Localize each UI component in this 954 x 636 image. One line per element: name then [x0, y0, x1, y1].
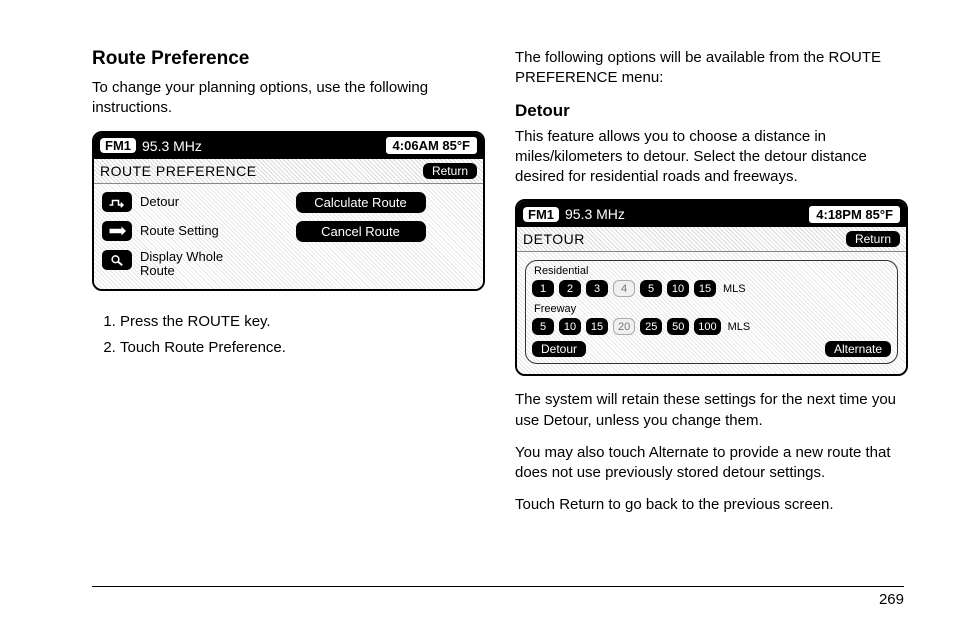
calculate-route-button[interactable]: Calculate Route	[296, 192, 426, 213]
distance-chip[interactable]: 5	[532, 318, 554, 335]
right-intro: The following options will be available …	[515, 48, 904, 89]
device-body: Detour Calculate Route Route Setting Can…	[94, 184, 483, 290]
return-button[interactable]: Return	[846, 231, 900, 247]
step-item: Touch Route Preference.	[120, 335, 481, 361]
device-route-preference: FM1 95.3 MHz 4:06AM 85°F ROUTE PREFERENC…	[92, 131, 485, 292]
menu-item-detour[interactable]: Detour	[102, 192, 282, 212]
distance-chip[interactable]: 2	[559, 280, 581, 297]
clock-temp: 4:18PM 85°F	[809, 206, 900, 223]
distance-chip[interactable]: 3	[586, 280, 608, 297]
distance-chip[interactable]: 20	[613, 318, 635, 335]
distance-chip[interactable]: 25	[640, 318, 662, 335]
residential-row: 12345 10 15 MLS	[532, 280, 891, 297]
heading-detour: Detour	[515, 101, 904, 121]
distance-chip[interactable]: 50	[667, 318, 689, 335]
magnify-icon	[102, 250, 132, 270]
screen-title-bar: ROUTE PREFERENCE Return	[94, 159, 483, 184]
detour-button[interactable]: Detour	[532, 341, 586, 357]
screen-title-bar: DETOUR Return	[517, 227, 906, 252]
device-body: Residential 123451015MLS Freeway 5101520…	[517, 252, 906, 374]
freeway-label: Freeway	[534, 303, 891, 315]
unit-label: MLS	[728, 321, 751, 333]
distance-chip[interactable]: 15	[694, 280, 716, 297]
distance-chip[interactable]: 4	[613, 280, 635, 297]
clock-temp: 4:06AM 85°F	[386, 137, 477, 154]
band-badge: FM1	[523, 207, 559, 222]
screen-title: ROUTE PREFERENCE	[100, 163, 423, 179]
alternate-button[interactable]: Alternate	[825, 341, 891, 357]
menu-item-label: Display Whole Route	[140, 250, 250, 280]
freeway-row: 5 10 15 20 25 50 100 MLS	[532, 318, 891, 335]
heading-route-preference: Route Preference	[92, 48, 481, 70]
distance-chip[interactable]: 10	[667, 280, 689, 297]
frequency-label: 95.3 MHz	[142, 138, 386, 154]
distance-chip[interactable]: 1	[532, 280, 554, 297]
device-status-bar: FM1 95.3 MHz 4:06AM 85°F	[94, 133, 483, 159]
menu-item-display-whole-route[interactable]: Display Whole Route	[102, 250, 282, 280]
distance-chip[interactable]: 100	[694, 318, 720, 335]
return-button[interactable]: Return	[423, 163, 477, 179]
frequency-label: 95.3 MHz	[565, 206, 809, 222]
detour-icon	[102, 192, 132, 212]
alternate-text: You may also touch Alternate to provide …	[515, 443, 904, 484]
step-item: Press the ROUTE key.	[120, 309, 481, 335]
distance-chip[interactable]: 5	[640, 280, 662, 297]
distance-chip[interactable]: 15	[586, 318, 608, 335]
menu-item-label: Route Setting	[140, 223, 219, 238]
device-status-bar: FM1 95.3 MHz 4:18PM 85°F	[517, 201, 906, 227]
intro-text: To change your planning options, use the…	[92, 78, 481, 119]
detour-panel: Residential 123451015MLS Freeway 5101520…	[525, 260, 898, 364]
distance-chip[interactable]: 10	[559, 318, 581, 335]
steps-list: Press the ROUTE key. Touch Route Prefere…	[92, 309, 481, 360]
page-number: 269	[879, 591, 904, 608]
retain-text: The system will retain these settings fo…	[515, 390, 904, 431]
unit-label: MLS	[723, 283, 746, 295]
route-icon	[102, 221, 132, 241]
screen-title: DETOUR	[523, 231, 846, 247]
menu-item-label: Detour	[140, 194, 179, 209]
cancel-route-button[interactable]: Cancel Route	[296, 221, 426, 242]
page-footer: 269	[92, 586, 904, 608]
detour-desc: This feature allows you to choose a dist…	[515, 127, 904, 188]
device-detour: FM1 95.3 MHz 4:18PM 85°F DETOUR Return R…	[515, 199, 908, 376]
menu-item-route-setting[interactable]: Route Setting	[102, 221, 282, 241]
return-text: Touch Return to go back to the previous …	[515, 495, 904, 515]
band-badge: FM1	[100, 138, 136, 153]
residential-label: Residential	[534, 265, 891, 277]
